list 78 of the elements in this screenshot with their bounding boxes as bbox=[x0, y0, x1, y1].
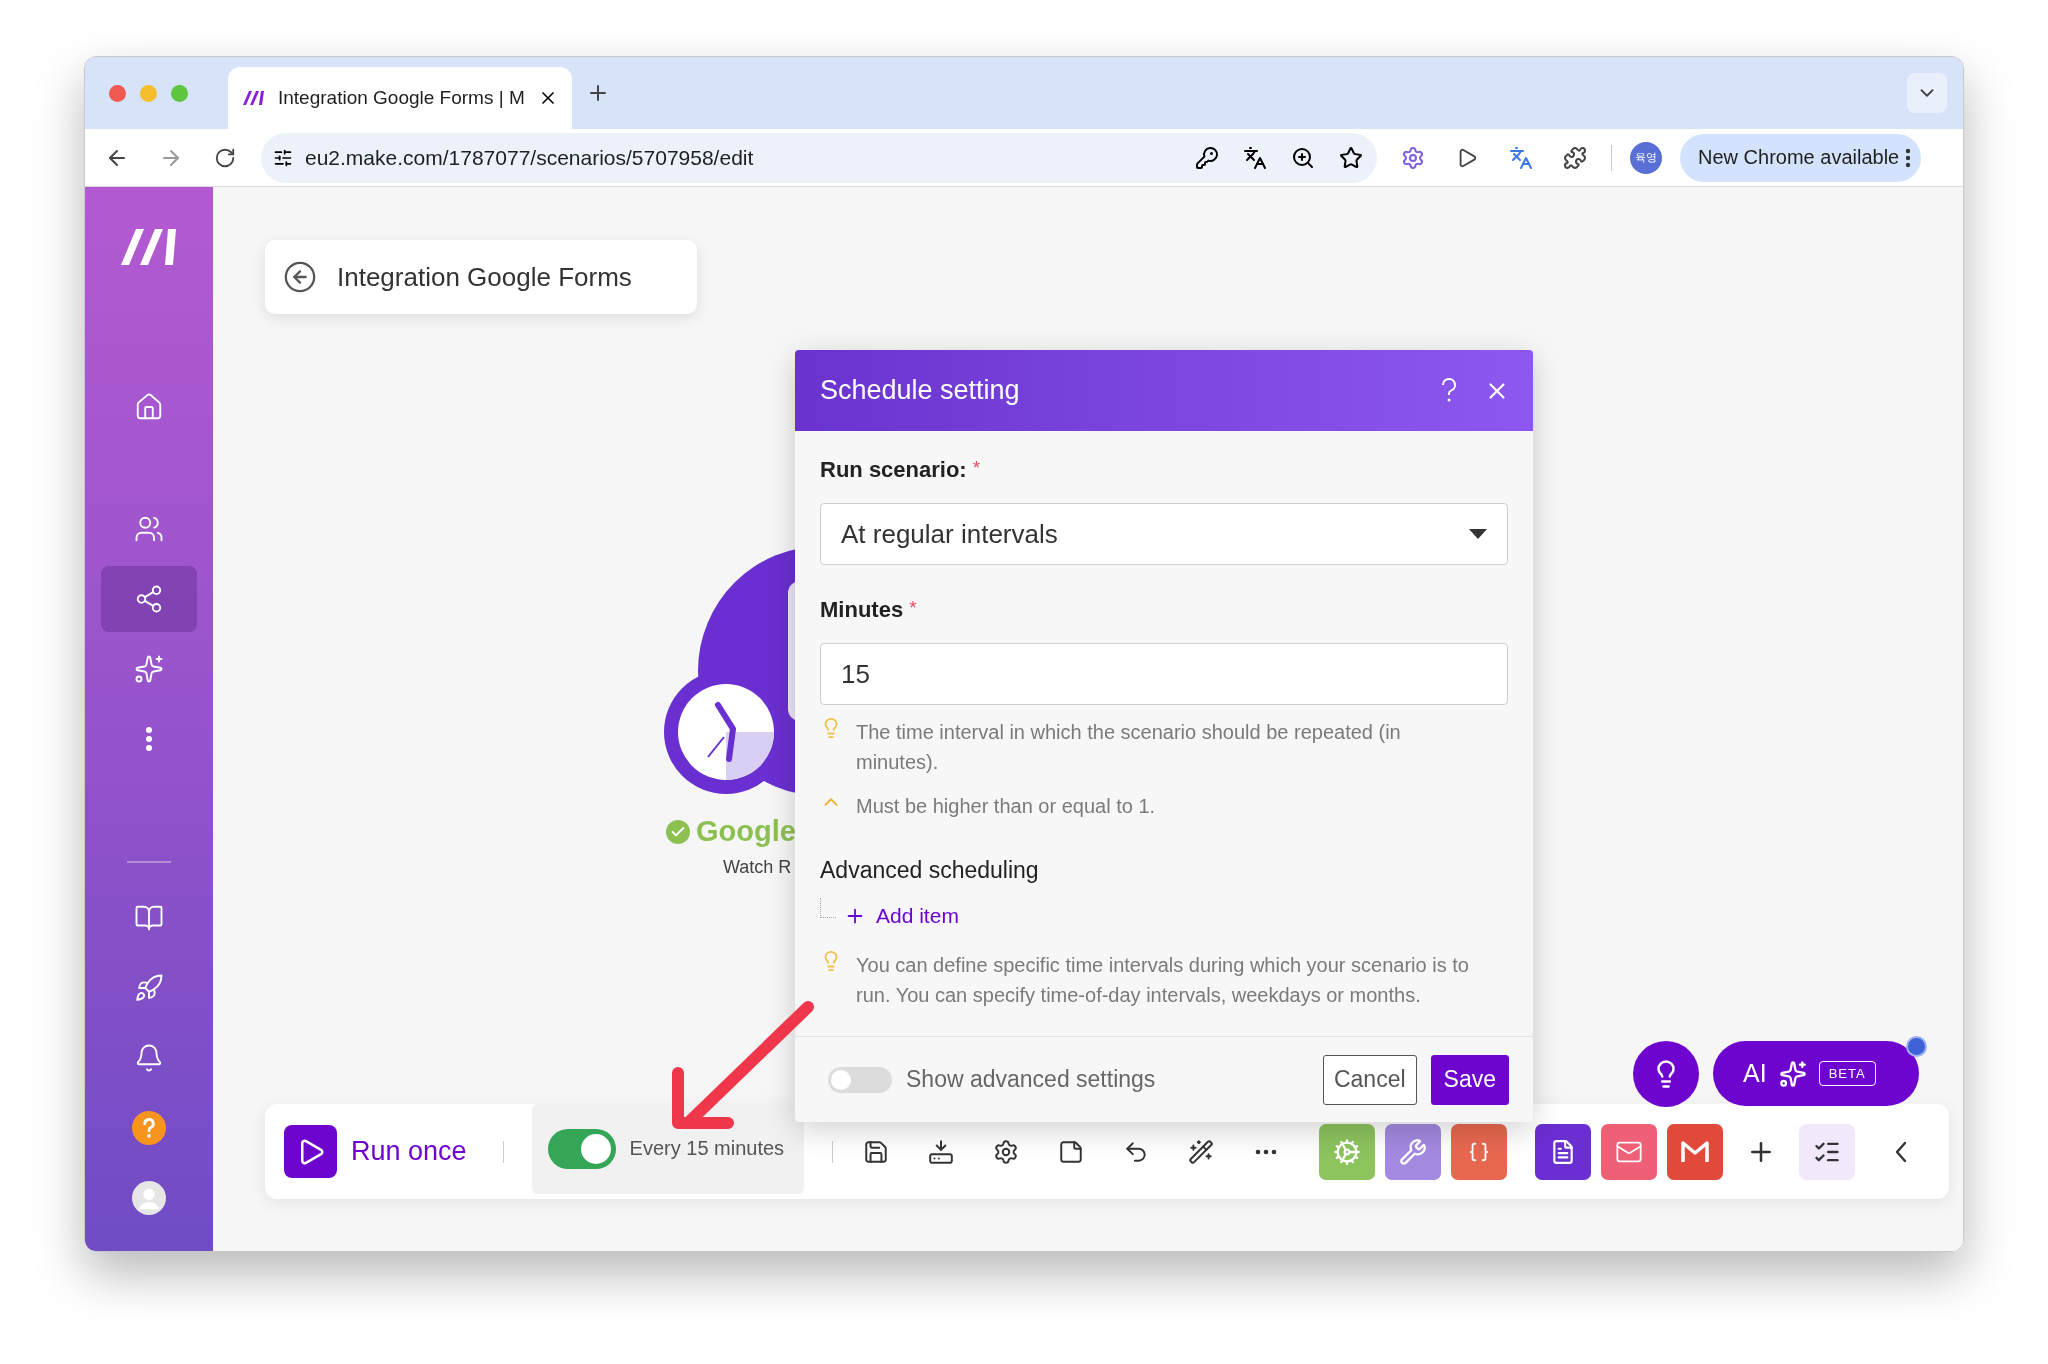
module-tile[interactable] bbox=[1666, 1123, 1723, 1180]
sparkles-icon bbox=[134, 654, 164, 684]
section-title: Advanced scheduling bbox=[820, 857, 1040, 884]
run-once-button[interactable] bbox=[284, 1125, 337, 1178]
checklist-button[interactable] bbox=[1798, 1123, 1855, 1180]
schedule-toggle[interactable] bbox=[547, 1128, 616, 1169]
address-bar[interactable]: eu2.make.com/1787077/scenarios/5707958/edit bbox=[261, 132, 1377, 183]
hint-text: The time interval in which the scenario should be repeated (in minutes). bbox=[856, 720, 1402, 775]
site-info-icon[interactable] bbox=[273, 147, 293, 168]
bookmark-star-icon[interactable] bbox=[1339, 145, 1363, 170]
more-icon bbox=[1254, 1148, 1277, 1155]
save-icon bbox=[862, 1138, 889, 1165]
browser-tab[interactable]: Integration Google Forms | M bbox=[228, 67, 572, 129]
chevron-left-icon bbox=[1894, 1140, 1907, 1163]
beta-badge: BETA bbox=[1818, 1061, 1876, 1086]
m-icon bbox=[1679, 1139, 1710, 1164]
logo-icon bbox=[242, 89, 266, 107]
translate-icon bbox=[1509, 145, 1533, 170]
help-icon bbox=[132, 1111, 166, 1145]
field-label: Run scenario: bbox=[820, 457, 967, 483]
minutes-input[interactable]: 15 bbox=[820, 643, 1508, 705]
run-scenario-select[interactable]: At regular intervals bbox=[820, 503, 1508, 565]
close-window-icon[interactable] bbox=[109, 84, 126, 102]
module-tile[interactable] bbox=[1534, 1123, 1591, 1180]
zoom-icon[interactable] bbox=[1291, 145, 1315, 170]
more-icon bbox=[145, 726, 153, 752]
field-label: Minutes bbox=[820, 597, 904, 623]
app-tile[interactable] bbox=[1318, 1123, 1375, 1180]
wrench-icon bbox=[1398, 1137, 1427, 1166]
puzzle-icon bbox=[1563, 145, 1587, 170]
module-app-name: Google bbox=[696, 815, 796, 848]
users-icon bbox=[134, 514, 164, 544]
app-tile[interactable] bbox=[1450, 1123, 1507, 1180]
book-icon bbox=[134, 903, 164, 933]
toggle-label: Show advanced settings bbox=[906, 1066, 1157, 1093]
required-mark: * bbox=[909, 597, 917, 619]
app-tile[interactable] bbox=[1384, 1123, 1441, 1180]
save-button[interactable]: Save bbox=[1430, 1054, 1509, 1105]
key-icon[interactable] bbox=[1195, 145, 1219, 170]
caret-icon bbox=[1469, 529, 1487, 539]
hint-text: You can define specific time intervals during which your scenario is to run. You can specify time-of-day intervals, weekdays or months. bbox=[856, 953, 1470, 1008]
brackets-icon bbox=[1467, 1140, 1490, 1163]
required-mark: * bbox=[972, 457, 981, 479]
url-text: eu2.make.com/1787077/scenarios/5707958/edit bbox=[305, 145, 755, 170]
ai-button[interactable]: AI BETA bbox=[1713, 1041, 1919, 1106]
sparkles-icon bbox=[1778, 1059, 1807, 1088]
run-once-label[interactable]: Run once bbox=[351, 1136, 467, 1167]
share-icon bbox=[134, 584, 164, 614]
add-item-button[interactable]: Add item bbox=[844, 904, 959, 928]
home-icon bbox=[134, 392, 164, 422]
download-icon bbox=[927, 1138, 954, 1165]
tab-list-button[interactable] bbox=[1907, 73, 1947, 113]
more-icon bbox=[1905, 147, 1912, 168]
reload-icon bbox=[214, 146, 236, 169]
gear-icon bbox=[1332, 1137, 1361, 1166]
gear-icon bbox=[1401, 145, 1425, 170]
schedule-label: Every 15 minutes bbox=[629, 1137, 785, 1160]
module-tile[interactable] bbox=[1600, 1123, 1657, 1180]
dialog-title: Schedule setting bbox=[820, 375, 1021, 406]
bell-icon bbox=[134, 1043, 164, 1073]
scenario-title: Integration Google Forms bbox=[337, 261, 632, 293]
question-icon bbox=[1440, 377, 1458, 404]
rule-text: Must be higher than or equal to 1. bbox=[856, 794, 1156, 819]
update-button[interactable]: New Chrome available bbox=[1680, 133, 1922, 182]
avatar-icon bbox=[132, 1181, 166, 1215]
cancel-button[interactable]: Cancel bbox=[1322, 1054, 1417, 1105]
tab-title: Integration Google Forms | M bbox=[278, 87, 526, 109]
profile-button[interactable]: 육영 bbox=[1630, 141, 1662, 174]
module-action: Watch R bbox=[723, 857, 792, 878]
sidebar-item[interactable] bbox=[101, 566, 197, 632]
advanced-settings-toggle[interactable] bbox=[828, 1066, 892, 1093]
back-icon[interactable] bbox=[283, 260, 317, 294]
note-icon bbox=[1057, 1138, 1084, 1165]
translate-icon[interactable] bbox=[1243, 145, 1267, 170]
rocket-icon bbox=[134, 973, 164, 1003]
settings-icon bbox=[992, 1138, 1019, 1165]
magic-wand-icon bbox=[1187, 1138, 1214, 1165]
schedule-panel[interactable]: Every 15 minutes bbox=[531, 1103, 804, 1194]
